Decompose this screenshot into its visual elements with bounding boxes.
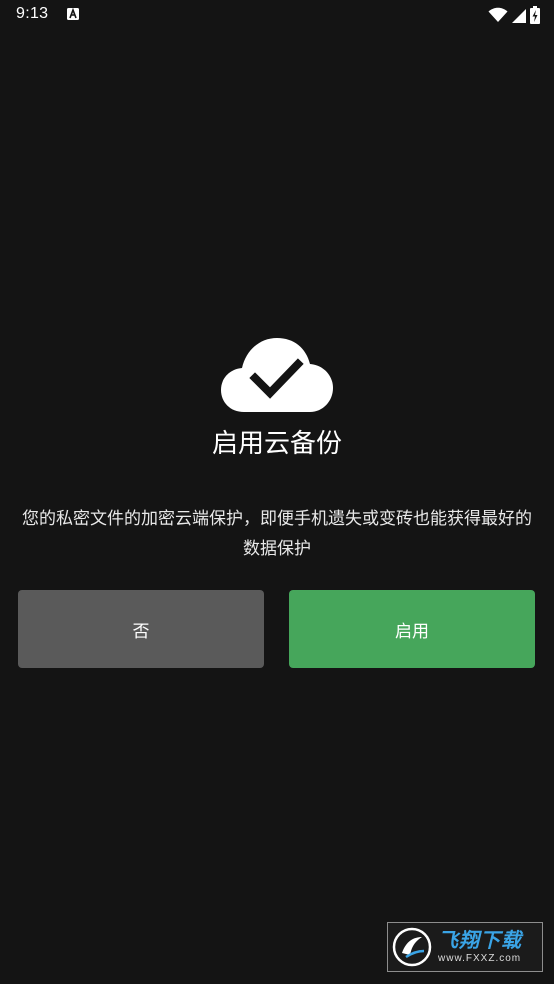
no-button-label: 否 — [132, 621, 150, 642]
no-button[interactable]: 否 — [18, 590, 264, 668]
enable-button-label: 启用 — [395, 621, 429, 642]
status-time: 9:13 — [16, 5, 49, 22]
wifi-icon — [488, 7, 508, 22]
cell-signal-icon — [512, 8, 526, 23]
a-notification-icon — [67, 8, 79, 20]
enable-button[interactable]: 启用 — [289, 590, 535, 668]
battery-charging-icon — [530, 6, 540, 24]
page-title: 启用云备份 — [211, 429, 342, 459]
watermark: 飞翔下载 www.FXXZ.com — [387, 922, 543, 972]
watermark-sub-text: www.FXXZ.com — [438, 953, 522, 964]
description-text: 您的私密文件的加密云端保护，即便手机遗失或变砖也能获得最好的数据保护 — [22, 509, 532, 559]
watermark-logo-icon — [392, 927, 432, 967]
status-icons — [488, 6, 540, 24]
cloud-check-icon — [221, 338, 333, 412]
watermark-main-text: 飞翔下载 — [438, 928, 522, 952]
status-bar: 9:13 — [0, 0, 554, 32]
